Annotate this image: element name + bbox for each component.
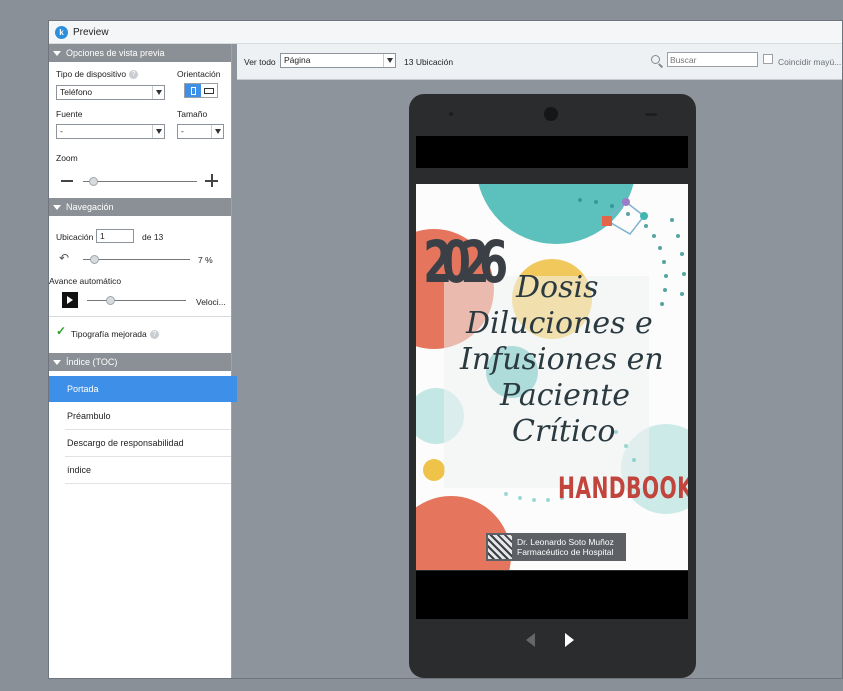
landscape-icon bbox=[204, 87, 214, 94]
undo-icon[interactable]: ↶ bbox=[59, 251, 69, 265]
author-role: Farmacéutico de Hospital bbox=[517, 547, 614, 557]
chevron-down-icon bbox=[383, 54, 395, 67]
toc-item-indice[interactable]: índice bbox=[65, 457, 231, 484]
of-total-label: de 13 bbox=[142, 232, 164, 242]
size-label: Tamaño bbox=[177, 109, 208, 119]
typography-label: Tipografía mejorada? bbox=[71, 329, 159, 340]
device-type-label: Tipo de dispositivo? bbox=[56, 69, 139, 80]
cover-title-line: Dosis bbox=[516, 270, 599, 305]
collapse-triangle-icon bbox=[53, 204, 61, 210]
qr-code-icon bbox=[488, 535, 512, 559]
speed-slider-thumb[interactable] bbox=[106, 296, 115, 305]
location-input[interactable]: 1 bbox=[96, 229, 134, 243]
app-logo-icon: k bbox=[55, 25, 68, 39]
match-case-checkbox[interactable] bbox=[763, 54, 773, 64]
progress-percent: 7 % bbox=[198, 255, 213, 265]
toc-item-preambulo[interactable]: Préambulo bbox=[65, 403, 231, 430]
sensor-dot bbox=[449, 112, 453, 116]
view-mode-select[interactable]: Página bbox=[280, 53, 396, 68]
author-name: Dr. Leonardo Soto Muñoz bbox=[517, 537, 614, 547]
title-bar: k Preview bbox=[49, 21, 842, 44]
book-cover: 2026 2026 Dosis Diluciones e Infusiones … bbox=[416, 184, 688, 570]
location-count: 13 Ubicación bbox=[404, 57, 454, 67]
cover-title-line: Infusiones en bbox=[460, 342, 664, 377]
divider bbox=[49, 316, 231, 317]
speed-slider-track[interactable] bbox=[87, 300, 186, 301]
size-value: - bbox=[181, 126, 184, 136]
screen-top-bar bbox=[416, 136, 688, 168]
portrait-icon bbox=[190, 86, 196, 95]
chevron-down-icon bbox=[211, 125, 223, 138]
speed-label: Veloci... bbox=[196, 297, 226, 307]
font-label: Fuente bbox=[56, 109, 83, 119]
device-type-value: Teléfono bbox=[60, 87, 93, 97]
collapse-triangle-icon bbox=[53, 50, 61, 56]
cover-title-line: Paciente bbox=[500, 378, 631, 413]
typography-text: Tipografía mejorada bbox=[71, 329, 147, 339]
orientation-toggle bbox=[184, 83, 218, 98]
camera-icon bbox=[544, 107, 558, 121]
play-icon bbox=[67, 296, 73, 304]
search-input[interactable] bbox=[667, 52, 758, 67]
author-box: Dr. Leonardo Soto Muñoz Farmacéutico de … bbox=[486, 533, 626, 561]
toc-item-portada[interactable]: Portada bbox=[49, 376, 249, 402]
chevron-down-icon bbox=[152, 86, 164, 99]
match-case-label: Coincidir mayú... bbox=[778, 57, 842, 67]
left-panel: Opciones de vista previa Tipo de disposi… bbox=[49, 44, 249, 678]
preview-window: k Preview Opciones de vista previa Tipo … bbox=[48, 20, 843, 679]
chevron-down-icon bbox=[152, 125, 164, 138]
section-toc[interactable]: Índice (TOC) bbox=[49, 353, 231, 371]
font-select[interactable]: - bbox=[56, 124, 165, 139]
view-mode-value: Página bbox=[284, 55, 311, 65]
window-title: Preview bbox=[73, 26, 109, 38]
auto-advance-label: Avance automático bbox=[49, 276, 122, 286]
size-select[interactable]: - bbox=[177, 124, 224, 139]
previous-page-icon[interactable] bbox=[526, 633, 535, 647]
section-title: Navegación bbox=[66, 202, 114, 212]
cover-title-line: Crítico bbox=[512, 414, 616, 449]
progress-slider-thumb[interactable] bbox=[90, 255, 100, 264]
section-title: Opciones de vista previa bbox=[66, 48, 165, 58]
phone-frame: 2026 2026 Dosis Diluciones e Infusiones … bbox=[409, 94, 696, 678]
section-navigation[interactable]: Navegación bbox=[49, 198, 231, 216]
zoom-out-icon[interactable] bbox=[61, 180, 73, 182]
device-type-text: Tipo de dispositivo bbox=[56, 69, 127, 79]
collapse-triangle-icon bbox=[53, 359, 61, 365]
progress-slider-track[interactable] bbox=[83, 259, 190, 260]
zoom-label: Zoom bbox=[56, 153, 78, 163]
portrait-button[interactable] bbox=[185, 84, 201, 97]
next-page-icon[interactable] bbox=[565, 633, 574, 647]
cover-subtitle: HANDBOOK bbox=[558, 472, 688, 506]
landscape-button[interactable] bbox=[201, 84, 217, 97]
search-icon[interactable] bbox=[651, 55, 664, 68]
zoom-slider-thumb[interactable] bbox=[88, 177, 98, 186]
play-button[interactable] bbox=[62, 292, 78, 308]
author-text: Dr. Leonardo Soto Muñoz Farmacéutico de … bbox=[517, 537, 614, 557]
toc-item-descargo[interactable]: Descargo de responsabilidad bbox=[65, 430, 231, 457]
zoom-in-icon[interactable] bbox=[205, 174, 219, 188]
cover-title: Dosis Diluciones e Infusiones en Pacient… bbox=[460, 270, 680, 450]
section-title: Índice (TOC) bbox=[66, 357, 118, 367]
orientation-label: Orientación bbox=[177, 69, 221, 79]
preview-area: 2026 2026 Dosis Diluciones e Infusiones … bbox=[237, 80, 842, 678]
viewer-toolbar: Ver todo Página 13 Ubicación Coincidir m… bbox=[237, 44, 842, 80]
help-icon[interactable]: ? bbox=[129, 70, 139, 80]
section-preview-options[interactable]: Opciones de vista previa bbox=[49, 44, 231, 62]
device-type-select[interactable]: Teléfono bbox=[56, 85, 165, 100]
checkmark-icon[interactable]: ✓ bbox=[56, 324, 66, 338]
help-icon[interactable]: ? bbox=[149, 330, 159, 340]
location-label: Ubicación bbox=[56, 232, 94, 242]
zoom-slider-track[interactable] bbox=[83, 181, 197, 182]
font-value: - bbox=[60, 126, 63, 136]
cover-title-line: Diluciones e bbox=[466, 306, 653, 341]
speaker-icon bbox=[645, 113, 657, 116]
screen-bottom-bar bbox=[416, 571, 688, 619]
view-all-label: Ver todo bbox=[244, 57, 276, 67]
